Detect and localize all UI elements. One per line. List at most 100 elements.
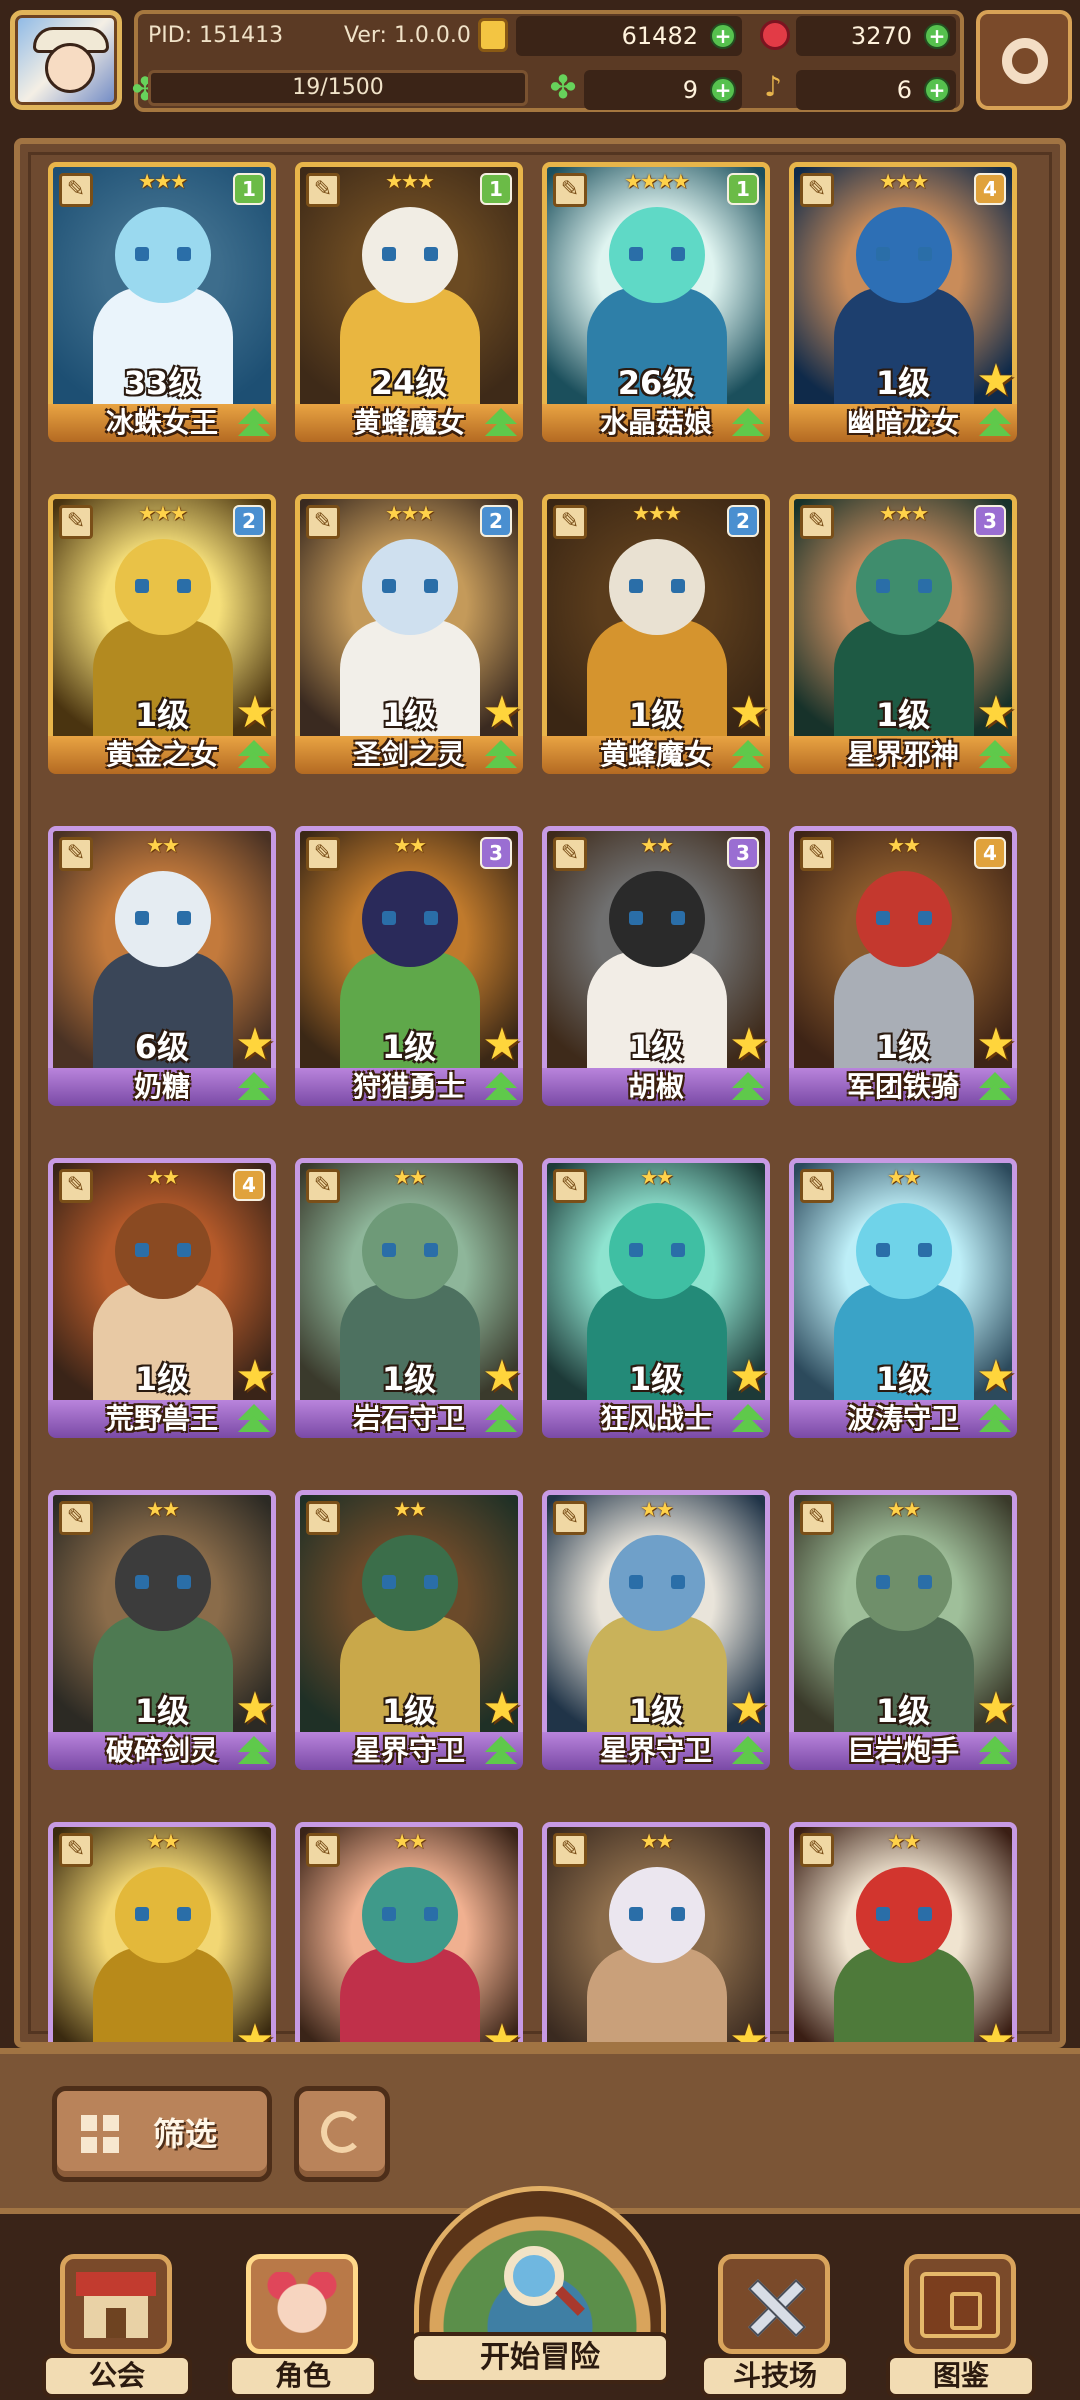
level-up-arrow-icon[interactable] [975,1736,1015,1776]
star-upgrade-icon[interactable]: ★ [479,1686,525,1732]
level-up-arrow-icon[interactable] [975,1404,1015,1444]
character-card[interactable]: ✎ ★★★ 1 33级 冰蛛女王 [48,162,276,462]
character-level: 26级 [617,364,695,402]
star-upgrade-icon[interactable]: ★ [726,690,772,736]
player-avatar[interactable] [10,10,122,110]
level-up-arrow-icon[interactable] [975,408,1015,448]
arrow-chevron [732,1084,764,1100]
character-grid[interactable]: ✎ ★★★ 1 33级 冰蛛女王 ✎ ★★★ 1 24级 黄蜂魔女 ✎ ★★★★ 1 26级 水晶菇娘 ✎ ★★… [48,162,1048,2043]
star-upgrade-icon[interactable]: ★ [232,690,278,736]
star-upgrade-icon[interactable]: ★ [726,2018,772,2043]
key-icon: ♪ [764,70,782,103]
level-up-arrow-icon[interactable] [234,1736,274,1776]
character-card[interactable]: ✎ ★★ ★ [542,1822,772,2043]
character-card[interactable]: ✎ ★★ 1级 波涛守卫 ★ [789,1158,1017,1458]
character-eyes [876,911,932,925]
nav-character-label: 角色 [228,2354,378,2398]
rarity-stars: ★★ [146,833,180,857]
level-up-arrow-icon[interactable] [728,740,768,780]
character-card[interactable]: ✎ ★★ 1级 岩石守卫 ★ [295,1158,523,1458]
character-card[interactable]: ✎ ★★ ★ [295,1822,525,2043]
star-upgrade-icon[interactable]: ★ [973,1354,1019,1400]
character-card[interactable]: ✎ ★★★ 2 1级 黄金之女 ★ [48,494,276,794]
settings-button[interactable] [976,10,1072,110]
level-up-arrow-icon[interactable] [728,1404,768,1444]
level-up-arrow-icon[interactable] [728,1072,768,1112]
character-card[interactable]: ✎ ★★ 1级 狂风战士 ★ [542,1158,770,1458]
rank-badge: 1 [727,173,759,205]
gem-add-button[interactable]: + [924,23,950,49]
nav-character[interactable]: 角色 [228,2254,378,2400]
level-up-arrow-icon[interactable] [234,1072,274,1112]
character-card[interactable]: ✎ ★★★ 3 1级 星界邪神 ★ [789,494,1017,794]
character-card[interactable]: ✎ ★★ 3 1级 狩猎勇士 ★ [295,826,523,1126]
level-up-arrow-icon[interactable] [234,408,274,448]
character-card[interactable]: ✎ ★★ 4 1级 荒野兽王 ★ [48,1158,276,1458]
arrow-chevron [485,420,517,436]
star-upgrade-icon[interactable]: ★ [232,1022,278,1068]
star-upgrade-icon[interactable]: ★ [726,1022,772,1068]
level-up-arrow-icon[interactable] [481,1072,521,1112]
character-card[interactable]: ✎ ★★ 6级 奶糖 ★ [48,826,276,1126]
character-eyes [135,247,191,261]
character-card[interactable]: ✎ ★★ 1级 巨岩炮手 ★ [789,1490,1017,1790]
star-upgrade-icon[interactable]: ★ [973,1686,1019,1732]
character-eyes [876,1575,932,1589]
character-card[interactable]: ✎ ★★★ 1 24级 黄蜂魔女 [295,162,523,462]
character-card[interactable]: ✎ ★★ 1级 星界守卫 ★ [295,1490,523,1790]
level-up-arrow-icon[interactable] [975,1072,1015,1112]
character-card[interactable]: ✎ ★★ 4 1级 军团铁骑 ★ [789,826,1017,1126]
character-card[interactable]: ✎ ★★★ 4 1级 幽暗龙女 ★ [789,162,1017,462]
star-upgrade-icon[interactable]: ★ [232,2018,278,2043]
character-card[interactable]: ✎ ★★★★ 1 26级 水晶菇娘 [542,162,770,462]
key-add-button[interactable]: + [924,77,950,103]
grid-icon [81,2115,119,2153]
character-card[interactable]: ✎ ★★ ★ [789,1822,1019,2043]
star-upgrade-icon[interactable]: ★ [232,1686,278,1732]
star-upgrade-icon[interactable]: ★ [479,1354,525,1400]
level-up-arrow-icon[interactable] [234,740,274,780]
start-adventure-button[interactable]: 开始冒险 [410,2186,670,2400]
nav-arena[interactable]: 斗技场 [700,2254,850,2400]
character-card[interactable]: ✎ ★★★ 2 1级 圣剑之灵 ★ [295,494,523,794]
character-card[interactable]: ✎ ★★ 1级 星界守卫 ★ [542,1490,770,1790]
nav-guild[interactable]: 公会 [42,2254,192,2400]
level-up-arrow-icon[interactable] [481,1404,521,1444]
arrow-chevron [238,752,270,768]
gem-counter: 3270 + [796,16,956,56]
level-up-arrow-icon[interactable] [481,740,521,780]
star-upgrade-icon[interactable]: ★ [973,2018,1019,2043]
nav-codex[interactable]: 图鉴 [886,2254,1036,2400]
level-up-arrow-icon[interactable] [728,408,768,448]
star-upgrade-icon[interactable]: ★ [726,1354,772,1400]
star-upgrade-icon[interactable]: ★ [479,2018,525,2043]
clover-counter: 9 + [584,70,742,110]
clover-add-button[interactable]: + [710,77,736,103]
start-adventure-label: 开始冒险 [410,2332,670,2384]
level-up-arrow-icon[interactable] [975,740,1015,780]
character-card[interactable]: ✎ ★★ 1级 破碎剑灵 ★ [48,1490,276,1790]
character-card[interactable]: ✎ ★★ ★ [48,1822,278,2043]
arrow-chevron [732,1416,764,1432]
character-eyes [629,579,685,593]
star-upgrade-icon[interactable]: ★ [973,1022,1019,1068]
character-card[interactable]: ✎ ★★ 3 1级 胡椒 ★ [542,826,770,1126]
star-upgrade-icon[interactable]: ★ [973,690,1019,736]
filter-button[interactable]: 筛选 [52,2086,272,2182]
level-up-arrow-icon[interactable] [234,1404,274,1444]
level-up-arrow-icon[interactable] [728,1736,768,1776]
level-up-arrow-icon[interactable] [481,408,521,448]
character-eyes [135,1575,191,1589]
character-eyes [382,911,438,925]
rarity-stars: ★★ [640,1829,674,1853]
star-upgrade-icon[interactable]: ★ [232,1354,278,1400]
star-upgrade-icon[interactable]: ★ [479,690,525,736]
gold-add-button[interactable]: + [710,23,736,49]
level-up-arrow-icon[interactable] [481,1736,521,1776]
star-upgrade-icon[interactable]: ★ [726,1686,772,1732]
sort-toggle-button[interactable] [294,2086,390,2182]
star-upgrade-icon[interactable]: ★ [479,1022,525,1068]
rarity-stars: ★★ [393,1829,427,1853]
character-card[interactable]: ✎ ★★★ 2 1级 黄蜂魔女 ★ [542,494,770,794]
star-upgrade-icon[interactable]: ★ [973,358,1019,404]
